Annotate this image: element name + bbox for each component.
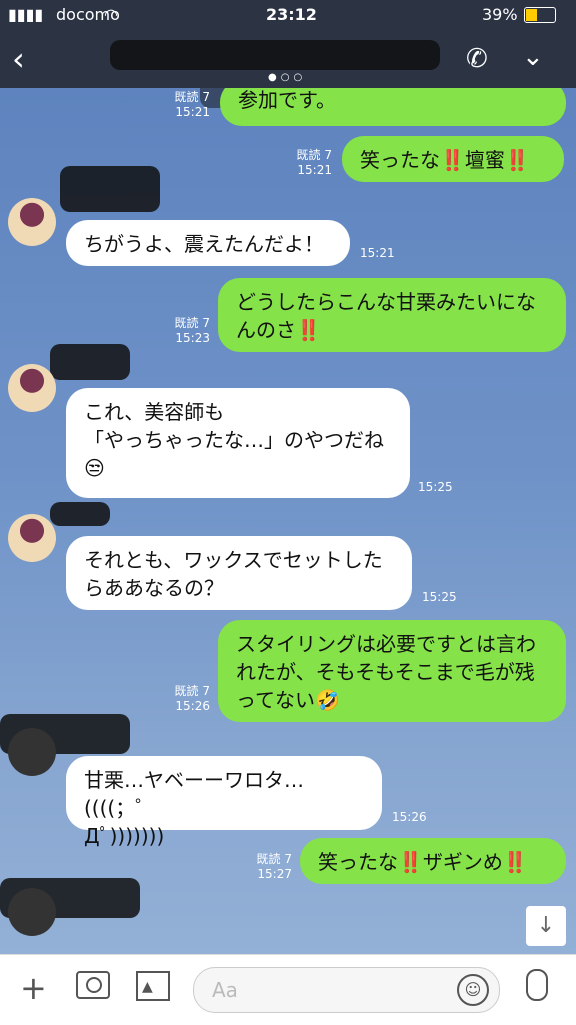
plus-icon[interactable]: + bbox=[20, 969, 47, 1007]
chat-header: ‹ ●○○ ✆ ⌄ bbox=[0, 30, 576, 88]
composer-bar: + ▲ Aa ☺ bbox=[0, 954, 576, 1025]
read-receipt: 既読 7 15:27 bbox=[256, 852, 292, 881]
message-time: 15:26 bbox=[392, 810, 427, 824]
read-receipt: 既読 7 15:23 bbox=[174, 316, 210, 345]
read-receipt: 既読 7 15:21 bbox=[174, 90, 210, 119]
camera-icon[interactable] bbox=[76, 971, 110, 999]
message-bubble[interactable]: 笑ったな‼️ザギンめ‼️ bbox=[300, 838, 566, 884]
page-dots: ●○○ bbox=[268, 72, 307, 83]
message-bubble[interactable]: どうしたらこんな甘栗みたいにな んのさ‼️ bbox=[218, 278, 566, 352]
battery-percent: 39% bbox=[482, 5, 518, 24]
message-bubble[interactable]: それとも、ワックスでセットした らああなるの？ bbox=[66, 536, 412, 610]
message-time: 15:21 bbox=[360, 246, 395, 260]
message-bubble[interactable]: スタイリングは必要ですとは言わ れたが、そもそもそこまで毛が残 ってない🤣 bbox=[218, 620, 566, 722]
message-time: 15:25 bbox=[418, 480, 453, 494]
avatar[interactable] bbox=[8, 198, 56, 246]
message-input[interactable]: Aa ☺ bbox=[193, 967, 500, 1013]
chevron-down-icon[interactable]: ⌄ bbox=[522, 42, 544, 72]
redacted-sender bbox=[50, 502, 110, 526]
message-bubble[interactable]: 笑ったな‼️壇蜜‼️ bbox=[342, 136, 564, 182]
message-bubble[interactable]: これ、美容師も 「やっちゃったな…」のやつだね 😒 bbox=[66, 388, 410, 498]
avatar[interactable] bbox=[8, 364, 56, 412]
read-receipt: 既読 7 15:21 bbox=[296, 148, 332, 177]
redacted-sender bbox=[50, 344, 130, 380]
message-bubble[interactable]: 甘栗…ヤベーーワロタ…((((；゜ Дﾟ))))))) bbox=[66, 756, 382, 848]
microphone-icon[interactable] bbox=[526, 969, 548, 1001]
back-icon[interactable]: ‹ bbox=[12, 40, 25, 78]
redacted-name bbox=[110, 40, 440, 70]
battery-icon bbox=[524, 7, 556, 23]
message-bubble[interactable]: ちがうよ、震えたんだよ！ bbox=[66, 220, 350, 266]
avatar[interactable] bbox=[8, 728, 56, 776]
wifi-icon: ◠ bbox=[104, 5, 118, 24]
phone-icon[interactable]: ✆ bbox=[466, 44, 488, 74]
read-receipt: 既読 7 15:26 bbox=[174, 684, 210, 713]
status-bar: ▮▮▮▮ docomo ◠ 23:12 39% bbox=[0, 0, 576, 30]
clock: 23:12 bbox=[266, 5, 317, 24]
scroll-down-button[interactable]: ↓ bbox=[526, 906, 566, 946]
message-time: 15:25 bbox=[422, 590, 457, 604]
message-bubble[interactable]: 参加です。 bbox=[220, 88, 566, 126]
message-input-placeholder: Aa bbox=[212, 978, 238, 1002]
avatar[interactable] bbox=[8, 514, 56, 562]
avatar[interactable] bbox=[8, 888, 56, 936]
redacted-sender bbox=[60, 166, 160, 212]
emoji-icon[interactable]: ☺ bbox=[457, 974, 489, 1006]
chat-area[interactable]: 既読 7 15:21 参加です。 既読 7 15:21 笑ったな‼️壇蜜‼️ ちがう… bbox=[0, 88, 576, 954]
signal-icon: ▮▮▮▮ bbox=[8, 5, 44, 24]
image-icon[interactable]: ▲ bbox=[136, 971, 170, 1001]
